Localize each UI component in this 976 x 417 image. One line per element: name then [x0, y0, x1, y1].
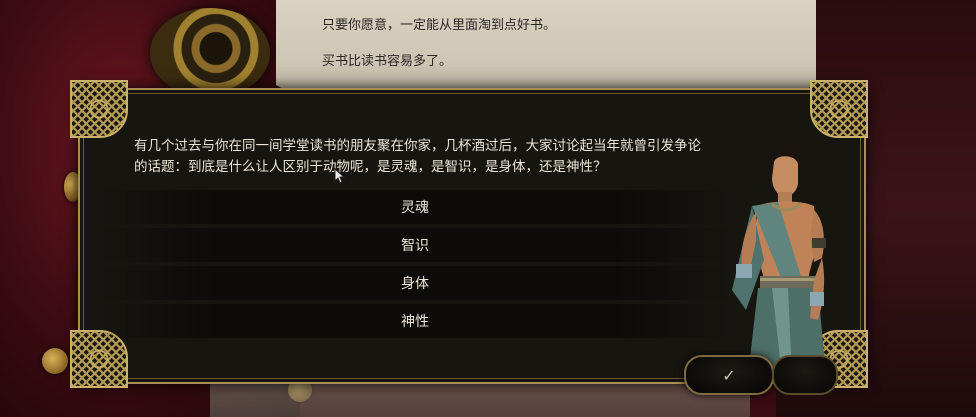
- choice-options-list: 灵魂 智识 身体 神性: [100, 190, 730, 342]
- choice-option-label: 神性: [401, 314, 429, 330]
- choice-option-body[interactable]: 身体: [100, 266, 730, 300]
- secondary-confirm-button[interactable]: [772, 355, 838, 395]
- ornate-corner-decoration: [810, 80, 868, 138]
- choice-option-label: 身体: [401, 276, 429, 292]
- background-note-line: 买书比读书容易多了。: [322, 54, 453, 69]
- choice-option-label: 智识: [401, 238, 429, 254]
- background-note-line: 只要你愿意，一定能从里面淘到点好书。: [322, 18, 557, 33]
- brass-medallion-decoration: [150, 8, 270, 98]
- coin-decoration: [42, 348, 68, 374]
- choice-option-divinity[interactable]: 神性: [100, 304, 730, 338]
- checkmark-icon: ✓: [722, 365, 736, 385]
- choice-option-soul[interactable]: 灵魂: [100, 190, 730, 224]
- dialog-question-text: 有几个过去与你在同一间学堂读书的朋友聚在你家，几杯酒过后，大家讨论起当年就曾引发…: [134, 138, 701, 175]
- confirm-button[interactable]: ✓: [684, 355, 774, 395]
- character-portrait: [732, 143, 826, 376]
- ornate-corner-decoration: [70, 80, 128, 138]
- choice-option-label: 灵魂: [401, 200, 429, 216]
- choice-option-intellect[interactable]: 智识: [100, 228, 730, 262]
- mouse-cursor-icon: [334, 168, 346, 184]
